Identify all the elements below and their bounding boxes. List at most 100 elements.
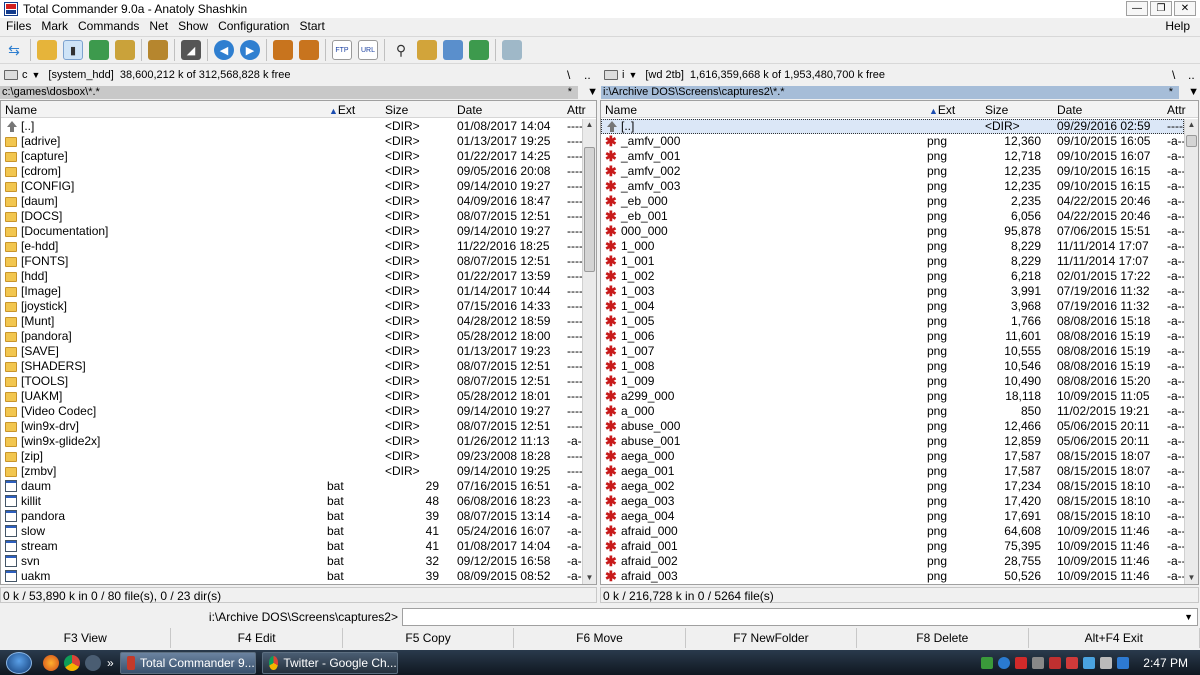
folder-row[interactable]: [Video Codec] <DIR> 09/14/2010 19:27 ---- — [1, 404, 583, 419]
tray-security-icon[interactable] — [1066, 656, 1079, 669]
file-row[interactable]: pandora bat 39 08/07/2015 13:14 -a-- — [1, 509, 586, 524]
menu-help[interactable]: Help — [1165, 19, 1190, 33]
folder-row[interactable]: [CONFIG] <DIR> 09/14/2010 19:27 ---- — [1, 179, 583, 194]
tray-volume-icon[interactable] — [1100, 656, 1113, 669]
right-scroll-thumb[interactable] — [1186, 135, 1197, 148]
file-row[interactable]: ✱ _eb_001 png 6,056 04/22/2015 20:46 -a-- — [601, 209, 1186, 224]
maximize-button[interactable]: ❐ — [1150, 1, 1172, 16]
right-root-button[interactable]: \ — [1172, 68, 1175, 82]
tray-usb-icon[interactable] — [1032, 656, 1045, 669]
right-drive-letter[interactable]: i — [622, 69, 624, 81]
file-row[interactable]: slow bat 41 05/24/2016 16:07 -a-- — [1, 524, 586, 539]
f6-move-button[interactable]: F6 Move — [514, 628, 686, 648]
folder-row[interactable]: [hdd] <DIR> 01/22/2017 13:59 ---- — [1, 269, 583, 284]
col-ext-header[interactable]: ▲Ext — [329, 103, 355, 117]
file-row[interactable]: ✱ 1_006 png 11,601 08/08/2016 15:19 -a-- — [601, 329, 1186, 344]
scroll-up-icon[interactable]: ▲ — [1185, 119, 1198, 131]
ftp-icon[interactable]: FTP — [332, 40, 352, 60]
folder-row[interactable]: [..] <DIR> 01/08/2017 14:04 ---- — [1, 119, 583, 134]
menu-show[interactable]: Show — [178, 19, 208, 33]
tray-app-icon[interactable] — [981, 656, 994, 669]
left-scroll-thumb[interactable] — [584, 146, 595, 272]
file-row[interactable]: ✱ 1_007 png 10,555 08/08/2016 15:19 -a-- — [601, 344, 1186, 359]
right-file-panel[interactable]: Name ▲Ext Size Date Attr [..] <DIR> 09/29/… — [600, 100, 1199, 585]
file-row[interactable]: ✱ 1_005 png 1,766 08/08/2016 15:18 -a-- — [601, 314, 1186, 329]
file-row[interactable]: killit bat 48 06/08/2016 18:23 -a-- — [1, 494, 586, 509]
col-attr-header[interactable]: Attr — [1167, 103, 1186, 117]
folder-row[interactable]: [SAVE] <DIR> 01/13/2017 19:23 ---- — [1, 344, 583, 359]
file-row[interactable]: ✱ _amfv_001 png 12,718 09/10/2015 16:07 -a-- — [601, 149, 1186, 164]
left-scrollbar[interactable]: ▲ ▼ — [582, 119, 596, 584]
thumbnails-icon[interactable] — [89, 40, 109, 60]
left-drive-letter[interactable]: c — [22, 69, 28, 81]
folder-row[interactable]: [SHADERS] <DIR> 08/07/2015 12:51 ---- — [1, 359, 583, 374]
col-date-header[interactable]: Date — [457, 103, 482, 117]
f5-copy-button[interactable]: F5 Copy — [343, 628, 515, 648]
scroll-up-icon[interactable]: ▲ — [583, 119, 596, 131]
file-row[interactable]: ✱ 000_000 png 95,878 07/06/2015 15:51 -a-- — [601, 224, 1186, 239]
file-row[interactable]: ✱ _amfv_000 png 12,360 09/10/2015 16:05 -a-- — [601, 134, 1186, 149]
file-row[interactable]: daum bat 29 07/16/2015 16:51 -a-- — [1, 479, 586, 494]
file-row[interactable]: ✱ _eb_000 png 2,235 04/22/2015 20:46 -a-- — [601, 194, 1186, 209]
folder-row[interactable]: [Image] <DIR> 01/14/2017 10:44 ---- — [1, 284, 583, 299]
col-size-header[interactable]: Size — [385, 103, 408, 117]
file-row[interactable]: ✱ 1_004 png 3,968 07/19/2016 11:32 -a-- — [601, 299, 1186, 314]
quicklaunch-icon[interactable] — [85, 654, 101, 671]
menu-files[interactable]: Files — [6, 19, 31, 33]
folder-row[interactable]: [pandora] <DIR> 05/28/2012 18:00 ---- — [1, 329, 583, 344]
compare-icon[interactable]: ◢ — [181, 40, 201, 60]
f4-edit-button[interactable]: F4 Edit — [171, 628, 343, 648]
col-name-header[interactable]: Name — [605, 103, 637, 117]
left-root-button[interactable]: \ — [567, 68, 570, 82]
alt-f4-exit-button[interactable]: Alt+F4 Exit — [1029, 628, 1200, 648]
folder-row[interactable]: [Documentation] <DIR> 09/14/2010 19:27 ---- — [1, 224, 583, 239]
file-row[interactable]: ✱ a299_000 png 18,118 10/09/2015 11:05 -a-- — [601, 389, 1186, 404]
folder-row[interactable]: [win9x-glide2x] <DIR> 01/26/2012 11:13 -a-- — [1, 434, 586, 449]
right-parent-button[interactable]: .. — [1188, 68, 1195, 82]
left-parent-button[interactable]: .. — [584, 68, 591, 82]
file-row[interactable]: ✱ afraid_000 png 64,608 10/09/2015 11:46 -a-- — [601, 524, 1186, 539]
file-row[interactable]: stream bat 41 01/08/2017 14:04 -a-- — [1, 539, 586, 554]
chevron-down-icon[interactable]: ▼ — [1184, 612, 1193, 622]
f7-newfolder-button[interactable]: F7 NewFolder — [686, 628, 858, 648]
chevron-down-icon[interactable]: ▼ — [1188, 86, 1199, 99]
file-row[interactable]: svn bat 32 09/12/2015 16:58 -a-- — [1, 554, 586, 569]
sync-dirs-icon[interactable] — [443, 40, 463, 60]
brief-view-icon[interactable] — [37, 40, 57, 60]
tree-view-icon[interactable]: ▮ — [63, 40, 83, 60]
file-row[interactable]: ✱ afraid_001 png 75,395 10/09/2015 11:46 -a-- — [601, 539, 1186, 554]
minimize-button[interactable]: — — [1126, 1, 1148, 16]
folder-row[interactable]: [Munt] <DIR> 04/28/2012 18:59 ---- — [1, 314, 583, 329]
chrome-icon[interactable] — [64, 654, 80, 671]
menu-start[interactable]: Start — [299, 19, 324, 33]
file-row[interactable]: ✱ a_000 png 850 11/02/2015 19:21 -a-- — [601, 404, 1186, 419]
tray-network-icon[interactable] — [998, 656, 1011, 669]
forward-icon[interactable]: ▶ — [240, 40, 260, 60]
f3-view-button[interactable]: F3 View — [0, 628, 172, 648]
scroll-down-icon[interactable]: ▼ — [583, 572, 596, 584]
menu-net[interactable]: Net — [149, 19, 168, 33]
file-row[interactable]: ✱ abuse_000 png 12,466 05/06/2015 20:11 -a-- — [601, 419, 1186, 434]
file-row[interactable]: ✱ aega_003 png 17,420 08/15/2015 18:10 -a-- — [601, 494, 1186, 509]
menu-commands[interactable]: Commands — [78, 19, 139, 33]
copy-names-icon[interactable] — [469, 40, 489, 60]
app-icon[interactable] — [4, 2, 18, 16]
file-row[interactable]: ✱ aega_001 png 17,587 08/15/2015 18:07 -a-- — [601, 464, 1186, 479]
folder-row[interactable]: [TOOLS] <DIR> 08/07/2015 12:51 ---- — [1, 374, 583, 389]
folder-row[interactable]: [zip] <DIR> 09/23/2008 18:28 ---- — [1, 449, 583, 464]
chevron-down-icon[interactable]: ▼ — [32, 70, 41, 80]
close-button[interactable]: ✕ — [1174, 1, 1196, 16]
folder-row[interactable]: [daum] <DIR> 04/09/2016 18:47 ---- — [1, 194, 583, 209]
left-history-button[interactable]: * — [568, 86, 572, 99]
invert-icon[interactable] — [148, 40, 168, 60]
search-icon[interactable]: ⚲ — [391, 40, 411, 60]
url-icon[interactable]: URL — [358, 40, 378, 60]
task-total-commander[interactable]: Total Commander 9... — [119, 651, 256, 674]
folder-row[interactable]: [win9x-drv] <DIR> 08/07/2015 12:51 ---- — [1, 419, 583, 434]
unpack-icon[interactable] — [299, 40, 319, 60]
right-scrollbar[interactable]: ▲ ▼ — [1184, 119, 1198, 584]
file-row[interactable]: ✱ aega_004 png 17,691 08/15/2015 18:10 -a-- — [601, 509, 1186, 524]
quicklaunch-more-button[interactable]: » — [107, 656, 114, 670]
task-chrome[interactable]: Twitter - Google Ch... — [261, 651, 398, 674]
notepad-icon[interactable] — [502, 40, 522, 60]
